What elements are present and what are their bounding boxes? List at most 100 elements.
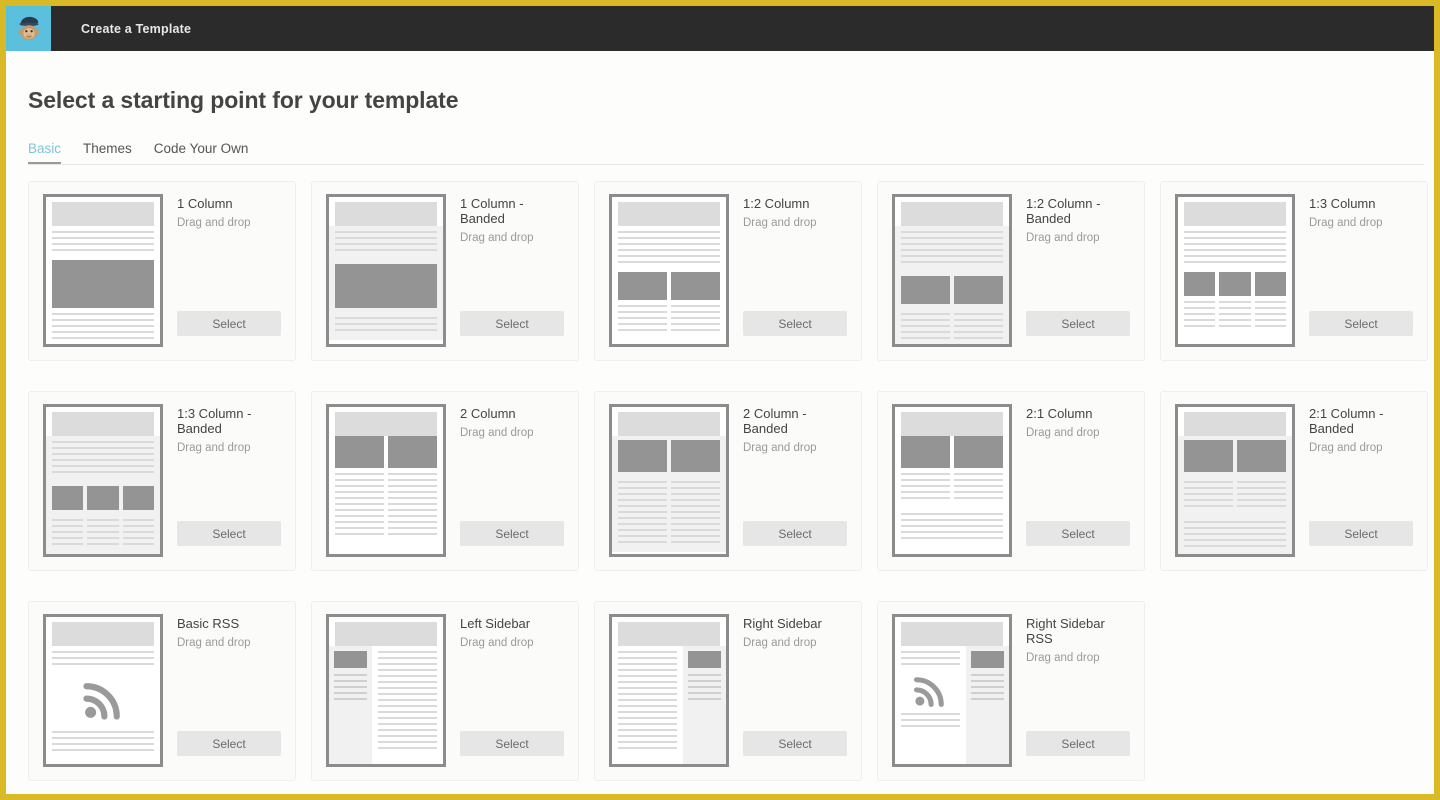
select-button[interactable]: Select: [1026, 521, 1130, 546]
text-block: [612, 226, 726, 272]
template-thumbnail[interactable]: [609, 404, 729, 557]
image-row: [612, 272, 726, 300]
text-block: [1178, 516, 1292, 556]
template-thumbnail[interactable]: [892, 194, 1012, 347]
template-card[interactable]: 1:3 Column - BandedDrag and dropSelect: [28, 391, 296, 571]
template-name: Right Sidebar RSS: [1026, 616, 1130, 646]
text-line: [1184, 255, 1286, 257]
text-line: [618, 499, 667, 501]
template-thumbnail[interactable]: [43, 404, 163, 557]
select-button[interactable]: Select: [1309, 521, 1413, 546]
text-line: [618, 651, 677, 653]
empty-grid-slot: [1160, 601, 1428, 781]
template-name: 1:3 Column - Banded: [177, 406, 281, 436]
template-card[interactable]: 2 ColumnDrag and dropSelect: [311, 391, 579, 571]
template-card[interactable]: 1:2 ColumnDrag and dropSelect: [594, 181, 862, 361]
text-line: [388, 497, 437, 499]
select-button[interactable]: Select: [177, 731, 281, 756]
template-card[interactable]: 1 Column - BandedDrag and dropSelect: [311, 181, 579, 361]
template-meta: 2:1 Column - BandedDrag and dropSelect: [1295, 404, 1413, 558]
template-thumbnail[interactable]: [326, 194, 446, 347]
text-line: [52, 731, 154, 733]
rss-icon: [46, 674, 160, 726]
template-card[interactable]: 2:1 ColumnDrag and dropSelect: [877, 391, 1145, 571]
text-line: [618, 317, 667, 319]
text-line: [901, 237, 1003, 239]
select-button[interactable]: Select: [1026, 731, 1130, 756]
text-line: [901, 497, 950, 499]
text-line: [901, 473, 950, 475]
text-line: [618, 729, 677, 731]
tab-basic[interactable]: Basic: [28, 141, 61, 164]
header-placeholder: [52, 622, 154, 646]
template-thumbnail[interactable]: [326, 614, 446, 767]
text-line: [618, 663, 677, 665]
text-block: [329, 312, 443, 340]
image-placeholder: [1255, 272, 1286, 296]
left-sidebar-column: [329, 646, 372, 764]
text-line: [1184, 237, 1286, 239]
text-line: [618, 693, 677, 695]
text-line: [1184, 545, 1286, 547]
tab-code-your-own[interactable]: Code Your Own: [154, 141, 249, 164]
template-card[interactable]: Right SidebarDrag and dropSelect: [594, 601, 862, 781]
top-navigation-bar: Create a Template: [6, 6, 1434, 51]
image-placeholder: [1237, 440, 1286, 472]
template-card[interactable]: 1 ColumnDrag and dropSelect: [28, 181, 296, 361]
template-name: 2:1 Column - Banded: [1309, 406, 1413, 436]
thumbnail-document: [329, 197, 443, 344]
template-thumbnail[interactable]: [609, 194, 729, 347]
select-button[interactable]: Select: [743, 521, 847, 546]
text-line: [901, 231, 1003, 233]
template-subtitle: Drag and drop: [1309, 217, 1413, 229]
template-subtitle: Drag and drop: [1026, 427, 1130, 439]
template-card[interactable]: 1:2 Column - BandedDrag and dropSelect: [877, 181, 1145, 361]
template-card[interactable]: 1:3 ColumnDrag and dropSelect: [1160, 181, 1428, 361]
image-placeholder: [954, 436, 1003, 468]
text-line: [901, 719, 960, 721]
template-thumbnail[interactable]: [43, 614, 163, 767]
text-line: [901, 713, 960, 715]
text-line: [901, 657, 960, 659]
template-thumbnail[interactable]: [1175, 194, 1295, 347]
template-card[interactable]: Basic RSSDrag and dropSelect: [28, 601, 296, 781]
text-block: [329, 226, 443, 260]
text-line: [335, 491, 384, 493]
text-line: [335, 473, 384, 475]
select-button[interactable]: Select: [460, 311, 564, 336]
select-button[interactable]: Select: [743, 311, 847, 336]
template-thumbnail[interactable]: [609, 614, 729, 767]
text-line: [901, 725, 960, 727]
text-line: [123, 537, 154, 539]
template-thumbnail[interactable]: [326, 404, 446, 557]
template-card[interactable]: 2 Column - BandedDrag and dropSelect: [594, 391, 862, 571]
thumbnail-document: [612, 407, 726, 554]
text-line: [1184, 505, 1233, 507]
select-button[interactable]: Select: [177, 521, 281, 546]
select-button[interactable]: Select: [1026, 311, 1130, 336]
text-line: [1184, 231, 1286, 233]
template-card[interactable]: Right Sidebar RSSDrag and dropSelect: [877, 601, 1145, 781]
text-line: [618, 529, 667, 531]
template-card[interactable]: 2:1 Column - BandedDrag and dropSelect: [1160, 391, 1428, 571]
template-thumbnail[interactable]: [892, 614, 1012, 767]
text-line: [378, 675, 437, 677]
text-line: [334, 680, 367, 682]
sidebar-layout: [329, 646, 443, 764]
mailchimp-freddie-logo-icon[interactable]: [6, 6, 51, 51]
text-line: [1184, 243, 1286, 245]
select-button[interactable]: Select: [460, 521, 564, 546]
select-button[interactable]: Select: [743, 731, 847, 756]
template-thumbnail[interactable]: [43, 194, 163, 347]
text-line: [52, 319, 154, 321]
page-content: Select a starting point for your templat…: [6, 51, 1434, 794]
template-thumbnail[interactable]: [892, 404, 1012, 557]
right-sidebar-column: [966, 646, 1009, 764]
select-button[interactable]: Select: [1309, 311, 1413, 336]
select-button[interactable]: Select: [460, 731, 564, 756]
text-line: [1184, 307, 1215, 309]
template-card[interactable]: Left SidebarDrag and dropSelect: [311, 601, 579, 781]
tab-themes[interactable]: Themes: [83, 141, 132, 164]
select-button[interactable]: Select: [177, 311, 281, 336]
template-thumbnail[interactable]: [1175, 404, 1295, 557]
